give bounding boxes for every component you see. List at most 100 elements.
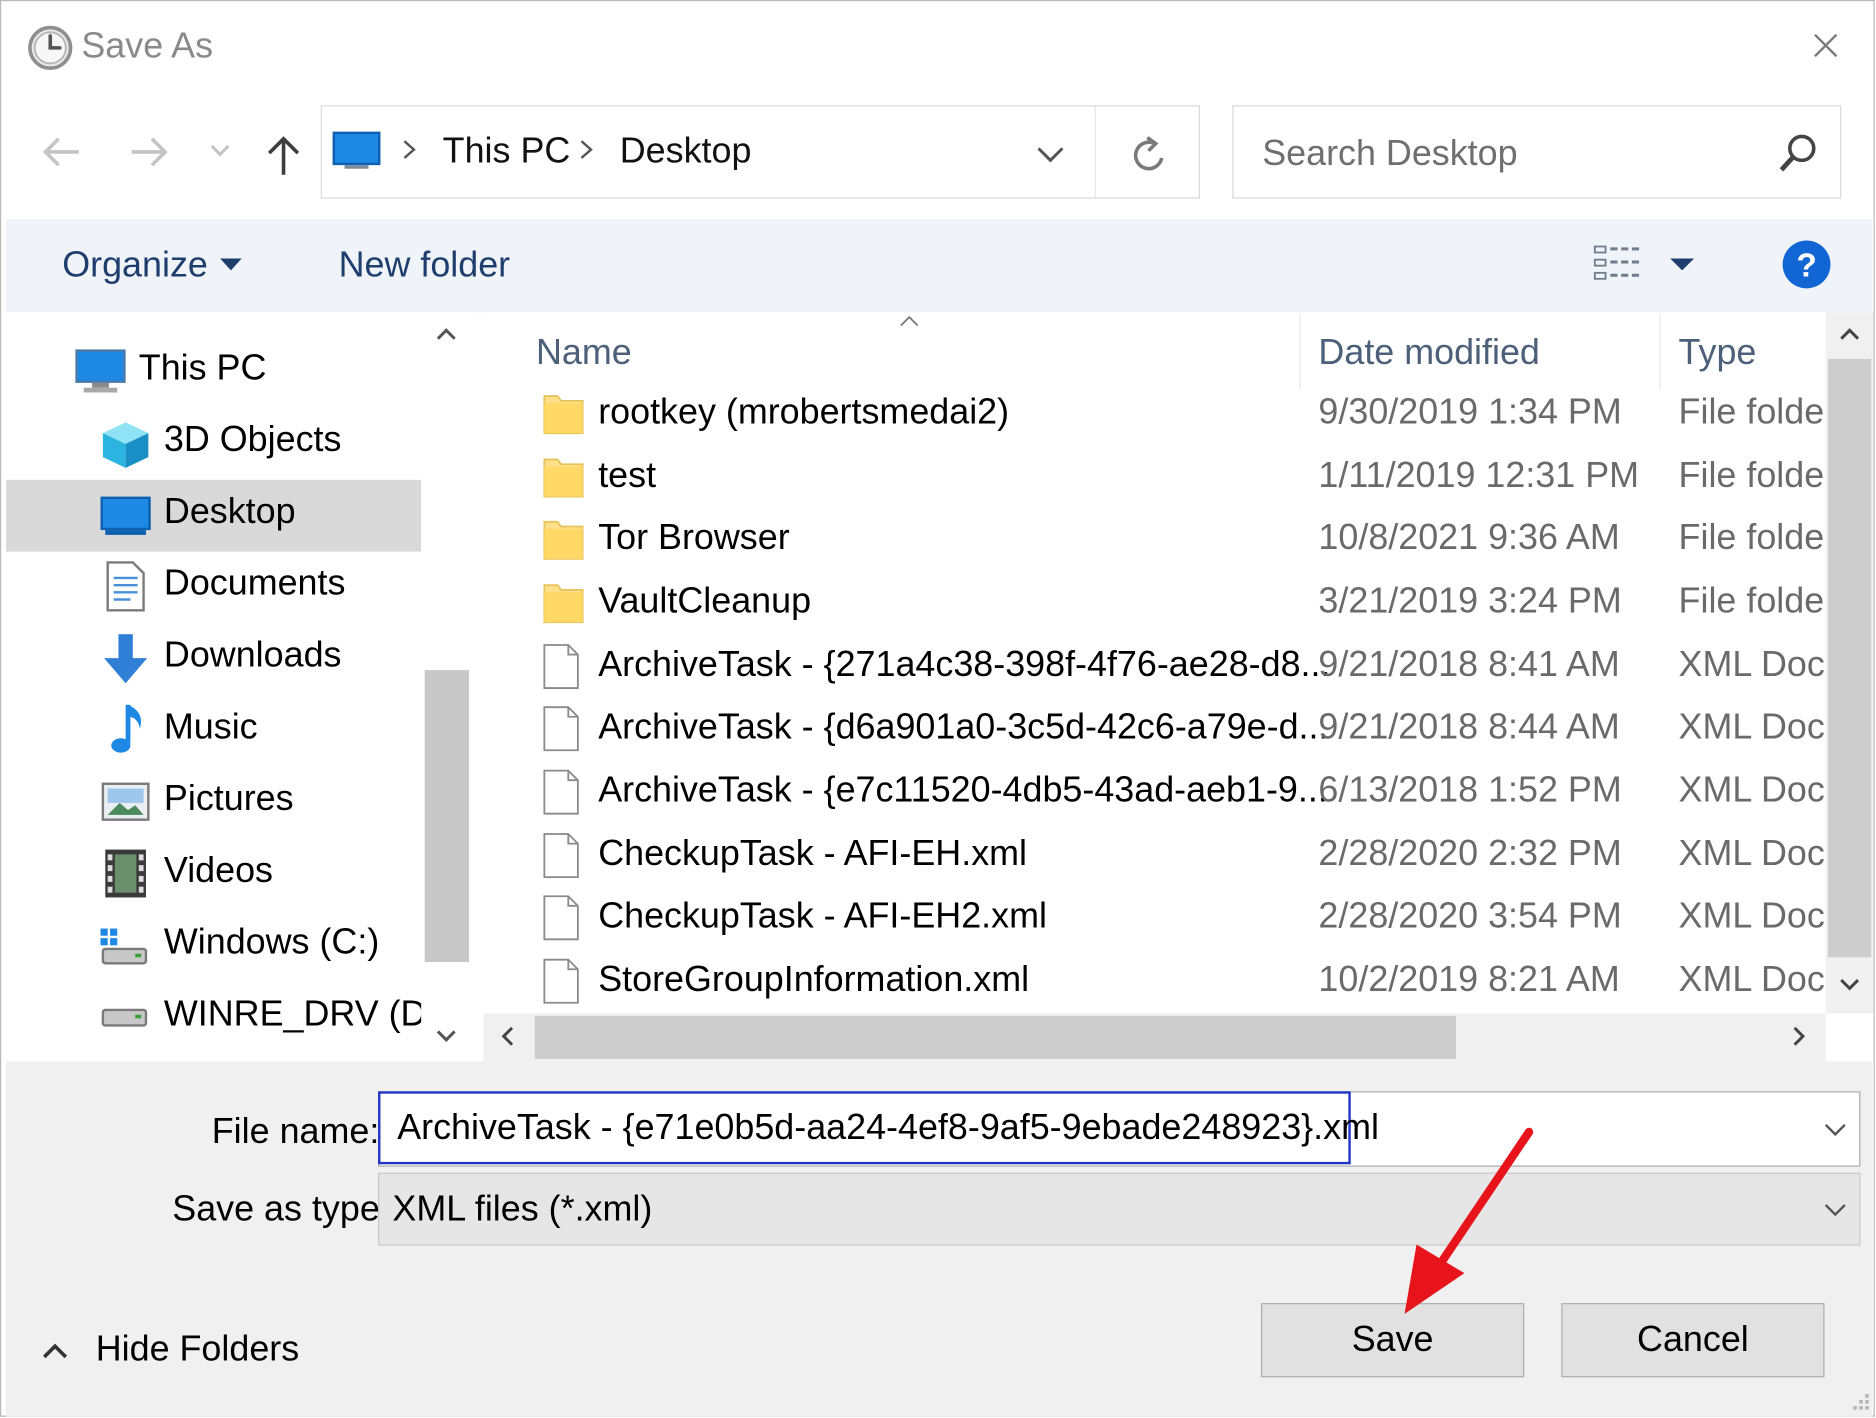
list-scroll-right-icon[interactable] [1792,1025,1806,1047]
nav-item-music[interactable]: Music [6,695,421,767]
document-icon [543,769,579,815]
file-type: File folder [1678,581,1826,622]
file-row[interactable]: rootkey (mrobertsmedai2) 9/30/2019 1:34 … [483,383,1826,445]
nav-label: Desktop [163,491,296,532]
column-divider[interactable] [1299,313,1301,391]
file-row[interactable]: StoreGroupInformation.xml 10/2/2019 8:21… [483,950,1826,1012]
file-type: File folder [1678,455,1826,496]
file-date: 2/28/2020 2:32 PM [1318,834,1622,874]
column-header-date-modified[interactable]: Date modified [1318,333,1539,374]
nav-item-this-pc[interactable]: This PC [6,336,421,408]
file-date: 2/28/2020 3:54 PM [1318,896,1622,936]
music-icon [109,702,147,757]
nav-item-videos[interactable]: Videos [6,839,421,911]
file-type: File folder [1678,518,1826,558]
nav-label: Videos [163,850,274,891]
file-type: XML Document [1678,707,1826,747]
folder-icon [543,455,584,498]
nav-label: Pictures [163,778,294,819]
save-as-type-dropdown-chevron-icon[interactable] [1823,1203,1847,1217]
search-input[interactable]: Search Desktop [1262,134,1517,175]
file-row[interactable]: ArchiveTask - {d6a901a0-3c5d-42c6-a79e-d… [483,698,1826,760]
file-list-horizontal-thumb[interactable] [534,1015,1457,1059]
videos-icon [104,848,147,898]
view-details-icon[interactable] [1593,244,1644,282]
computer-icon [75,349,126,394]
nav-label: WINRE_DRV (D:) [163,994,449,1034]
nav-scroll-down-icon[interactable] [435,1029,457,1043]
drive-icon [99,927,148,965]
svg-text:?: ? [1796,247,1816,284]
breadcrumb-desktop[interactable]: Desktop [620,132,752,173]
navigation-pane: This PC 3D Objects Desktop Documents Dow… [5,312,475,1062]
save-as-type-value[interactable]: XML files (*.xml) [392,1189,652,1230]
cancel-button[interactable]: Cancel [1561,1303,1825,1378]
document-icon [543,895,579,941]
document-icon [543,958,579,1004]
file-name-input[interactable]: ArchiveTask - {e71e0b5d-aa24-4ef8-9af5-9… [397,1108,1379,1149]
nav-scroll-up-icon[interactable] [435,327,457,341]
file-type: XML Document [1678,644,1826,685]
nav-item-desktop[interactable]: Desktop [5,479,422,552]
file-row[interactable]: CheckupTask - AFI-EH2.xml 2/28/2020 3:54… [483,887,1826,949]
help-icon[interactable]: ? [1781,239,1831,289]
breadcrumb-this-pc[interactable]: This PC [443,132,571,173]
nav-label: Documents [163,563,346,604]
file-row[interactable]: ArchiveTask - {271a4c38-398f-4f76-ae28-d… [483,635,1826,697]
file-name: rootkey (mrobertsmedai2) [598,392,1010,432]
window-title: Save As [81,26,214,66]
nav-item-pictures[interactable]: Pictures [6,767,421,839]
organize-dropdown-icon[interactable] [220,258,242,271]
file-date: 10/2/2019 8:21 AM [1318,959,1620,1000]
file-row[interactable]: test 1/11/2019 12:31 PM File folder [483,446,1826,508]
file-row[interactable]: VaultCleanup 3/21/2019 3:24 PM File fold… [483,572,1826,634]
address-dropdown-chevron-icon[interactable] [1036,146,1065,163]
file-row[interactable]: CheckupTask - AFI-EH.xml 2/28/2020 2:32 … [483,824,1826,886]
column-header-type[interactable]: Type [1679,333,1757,374]
file-name-dropdown-chevron-icon[interactable] [1823,1122,1847,1137]
file-name: CheckupTask - AFI-EH2.xml [598,896,1047,936]
file-date: 9/21/2018 8:41 AM [1318,644,1620,685]
list-scroll-up-icon[interactable] [1839,327,1861,341]
file-type: XML Document [1678,834,1826,874]
new-folder-button[interactable]: New folder [339,245,511,286]
view-options-dropdown-icon[interactable] [1670,258,1695,271]
hide-folders-button[interactable]: Hide Folders [96,1329,299,1370]
search-icon[interactable] [1778,133,1819,174]
folder-icon [543,391,584,435]
file-name: ArchiveTask - {d6a901a0-3c5d-42c6-a79e-d… [598,707,1329,747]
save-as-dialog: Save As This PC Desktop Search Desktop O… [0,0,1876,1418]
breadcrumb-separator-icon [579,139,593,161]
folder-icon [543,580,584,624]
cube-icon [100,420,150,470]
close-icon[interactable] [1813,32,1839,58]
back-arrow-icon[interactable] [41,134,82,170]
column-divider[interactable] [1659,313,1661,391]
nav-item-documents[interactable]: Documents [6,552,421,624]
annotation-arrow [1388,1125,1544,1328]
desktop-icon [100,496,151,538]
list-scroll-down-icon[interactable] [1839,978,1861,992]
save-as-type-label: Save as type: [172,1189,390,1229]
file-list-vertical-thumb[interactable] [1828,358,1872,958]
list-scroll-left-icon[interactable] [500,1025,514,1047]
file-name: StoreGroupInformation.xml [598,959,1030,1000]
chevron-up-icon[interactable] [42,1343,68,1360]
column-header-name[interactable]: Name [536,333,632,374]
nav-item-3d-objects[interactable]: 3D Objects [6,408,421,480]
organize-button[interactable]: Organize [62,245,208,286]
file-row[interactable]: Tor Browser 10/8/2021 9:36 AM File folde… [483,509,1826,571]
recent-locations-chevron-icon[interactable] [209,144,231,158]
nav-item-winre-drv-d[interactable]: WINRE_DRV (D:) [6,982,448,1054]
documents-icon [106,561,145,612]
forward-arrow-icon[interactable] [129,134,170,170]
file-row[interactable]: ArchiveTask - {e7c11520-4db5-43ad-aeb1-9… [483,761,1826,823]
address-divider [1094,106,1096,198]
nav-item-windows-c[interactable]: Windows (C:) [6,911,421,983]
refresh-icon[interactable] [1131,134,1169,175]
up-arrow-icon[interactable] [264,134,302,177]
file-date: 10/8/2021 9:36 AM [1318,518,1620,558]
nav-item-downloads[interactable]: Downloads [6,623,421,695]
nav-scrollbar-thumb[interactable] [424,670,469,963]
resize-grip-icon[interactable] [1845,1388,1871,1414]
